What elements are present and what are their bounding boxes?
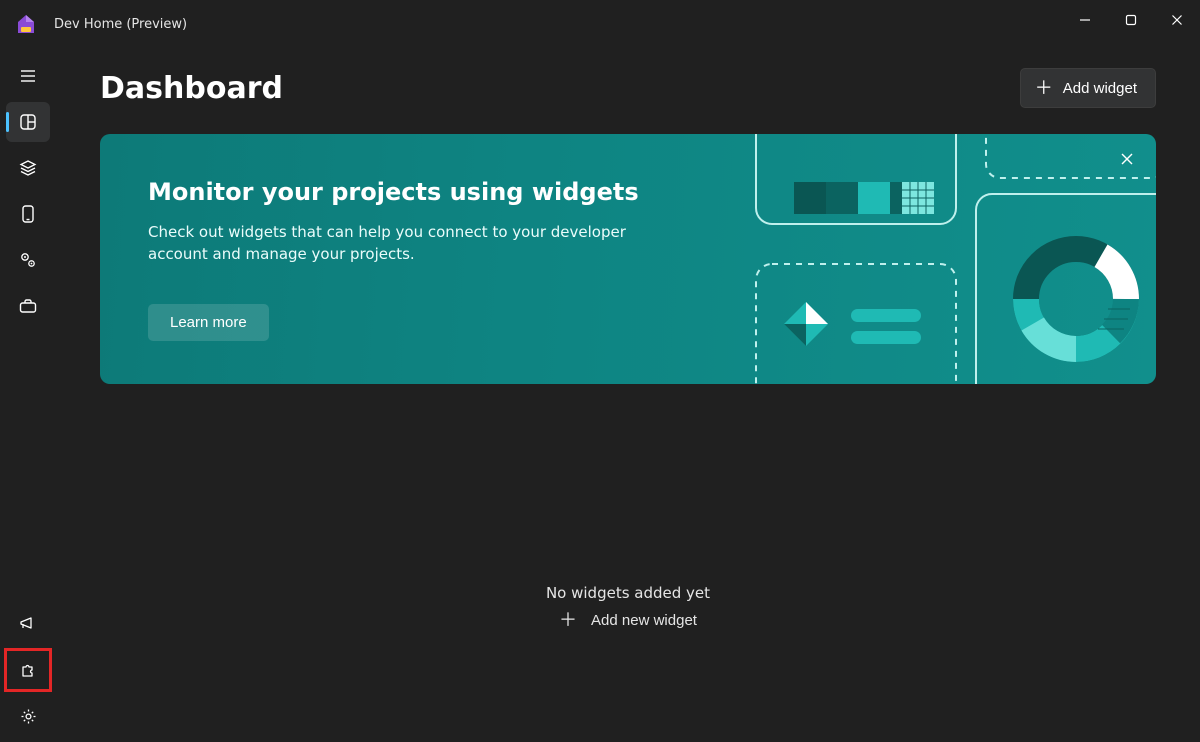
- plus-icon: ＋: [559, 611, 577, 629]
- empty-state-title: No widgets added yet: [546, 584, 710, 602]
- hamburger-icon: [19, 67, 37, 85]
- banner-illustration: [656, 134, 1156, 384]
- close-button[interactable]: [1154, 0, 1200, 40]
- sidebar-item-environments[interactable]: [6, 240, 50, 280]
- learn-more-button[interactable]: Learn more: [148, 304, 269, 341]
- add-widget-label: Add widget: [1063, 80, 1137, 97]
- sidebar-item-machine-configuration[interactable]: [6, 148, 50, 188]
- empty-state: No widgets added yet ＋ Add new widget: [100, 584, 1156, 630]
- promo-banner: Monitor your projects using widgets Chec…: [100, 134, 1156, 384]
- sidebar-item-dashboard[interactable]: [6, 102, 50, 142]
- layers-icon: [19, 159, 37, 177]
- app-icon: [14, 12, 38, 36]
- add-new-widget-label: Add new widget: [591, 612, 697, 629]
- page-header: Dashboard ＋ Add widget: [100, 68, 1156, 108]
- banner-close-button[interactable]: [1120, 152, 1134, 166]
- plus-icon: ＋: [1035, 79, 1053, 97]
- learn-more-label: Learn more: [170, 314, 247, 331]
- puzzle-icon: [19, 661, 37, 679]
- titlebar: Dev Home (Preview): [0, 0, 1200, 48]
- gear-icon: [19, 707, 38, 726]
- page-title: Dashboard: [100, 71, 283, 106]
- sidebar: [0, 48, 56, 742]
- maximize-button[interactable]: [1108, 0, 1154, 40]
- sidebar-item-utilities[interactable]: [6, 286, 50, 326]
- dashboard-icon: [19, 113, 37, 131]
- close-icon: [1120, 152, 1134, 166]
- sidebar-item-feedback[interactable]: [6, 604, 50, 644]
- sidebar-menu-toggle[interactable]: [6, 56, 50, 96]
- device-icon: [20, 204, 36, 224]
- sidebar-item-device[interactable]: [6, 194, 50, 234]
- app-title: Dev Home (Preview): [54, 17, 187, 32]
- main-content: Dashboard ＋ Add widget Monitor your proj…: [56, 48, 1200, 742]
- megaphone-icon: [18, 615, 38, 633]
- minimize-button[interactable]: [1062, 0, 1108, 40]
- add-widget-button[interactable]: ＋ Add widget: [1020, 68, 1156, 108]
- sidebar-item-extensions[interactable]: [6, 650, 50, 690]
- window-controls: [1062, 0, 1200, 40]
- banner-description: Check out widgets that can help you conn…: [148, 222, 688, 266]
- add-new-widget-button[interactable]: ＋ Add new widget: [553, 610, 703, 630]
- sidebar-item-settings[interactable]: [6, 696, 50, 736]
- toolbox-icon: [18, 297, 38, 315]
- banner-title: Monitor your projects using widgets: [148, 178, 688, 206]
- gears-icon: [18, 250, 38, 270]
